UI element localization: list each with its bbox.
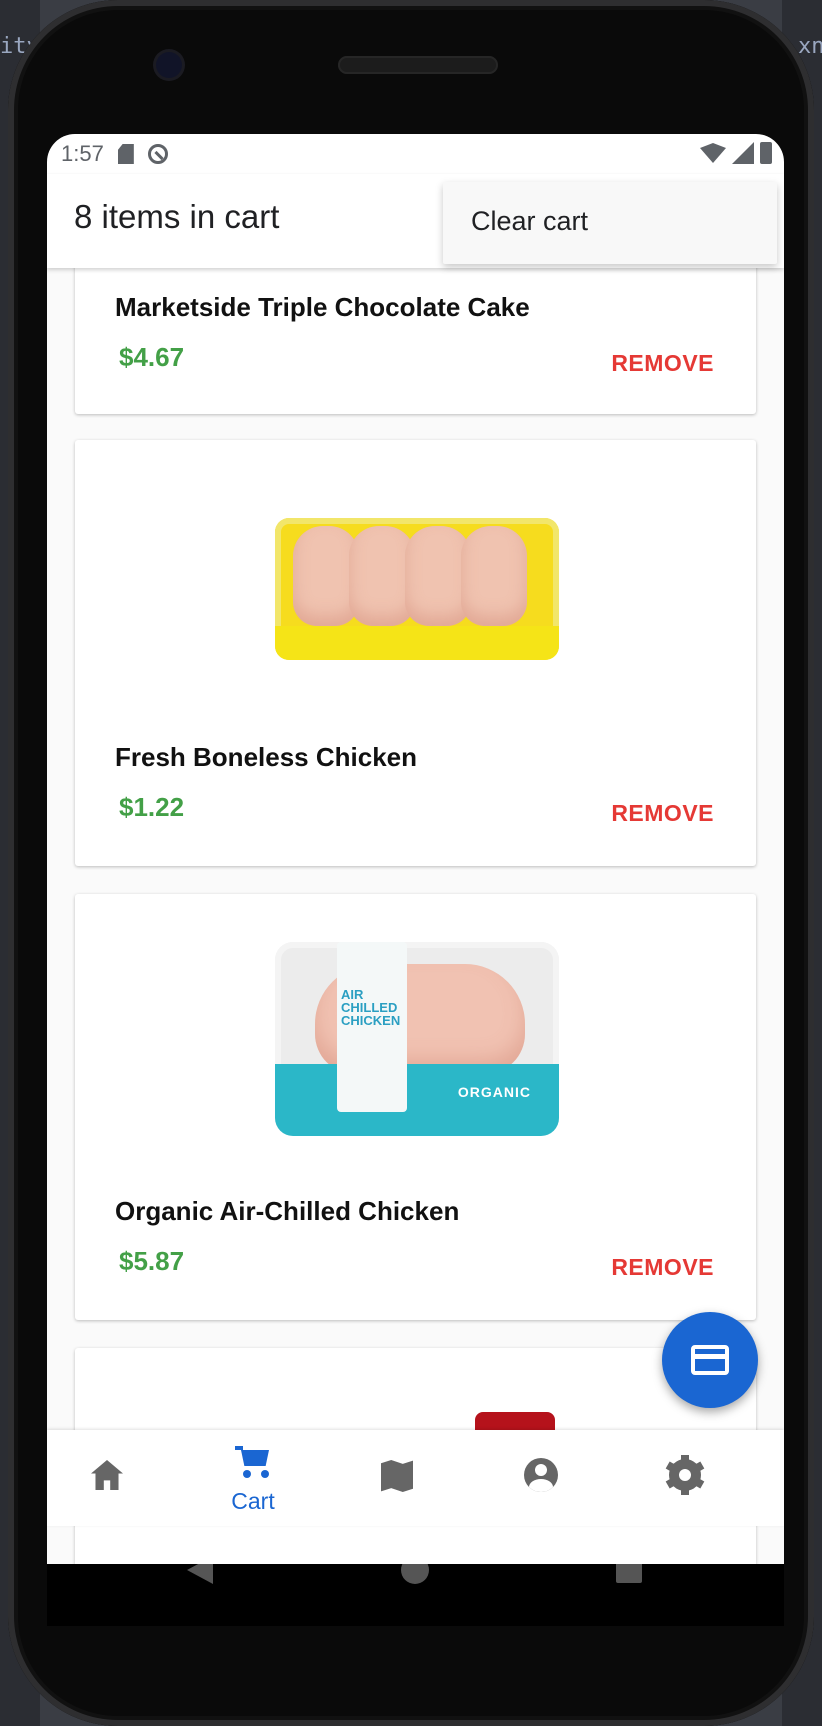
package-label-graphic: AIR CHILLED CHICKEN (341, 987, 401, 1028)
phone-frame: 1:57 8 items in cart Clear cart Marketsi… (8, 0, 814, 1726)
overflow-menu: Clear cart (443, 182, 777, 264)
package-organic-graphic: ORGANIC (457, 1084, 531, 1100)
status-bar: 1:57 (47, 134, 784, 174)
item-name: Marketside Triple Chocolate Cake (115, 292, 530, 322)
nav-item-account[interactable] (481, 1430, 601, 1526)
tray-band (275, 1064, 559, 1136)
cart-item-card: Fresh Boneless Chicken $1.22 REMOVE (75, 440, 756, 866)
nav-label-cart: Cart (231, 1488, 275, 1514)
item-price: $4.67 (119, 342, 185, 372)
product-image (275, 518, 559, 660)
nav-item-cart[interactable]: Cart (193, 1430, 313, 1526)
battery-icon (760, 142, 772, 164)
background-text-right: xn (798, 34, 822, 59)
menu-item-clear-cart[interactable]: Clear cart (471, 206, 588, 237)
data-saver-icon (147, 144, 168, 164)
front-camera (156, 52, 182, 78)
cell-signal-icon (732, 142, 754, 164)
nav-item-settings[interactable] (625, 1430, 745, 1526)
item-name: Organic Air-Chilled Chicken (115, 1196, 460, 1226)
nav-item-home[interactable] (47, 1430, 167, 1526)
bottom-navigation: Cart (47, 1430, 784, 1526)
remove-button[interactable]: REMOVE (611, 800, 714, 827)
sd-card-icon (117, 144, 134, 164)
tray-label (275, 626, 559, 660)
page-title: 8 items in cart (74, 198, 280, 235)
cart-icon (235, 1446, 271, 1478)
earpiece-speaker (338, 56, 498, 74)
item-price: $1.22 (119, 792, 185, 822)
nav-item-map[interactable] (337, 1430, 457, 1526)
item-price: $5.87 (119, 1246, 185, 1276)
map-icon (381, 1460, 413, 1492)
remove-button[interactable]: REMOVE (611, 1254, 714, 1281)
status-right-icons (700, 142, 772, 164)
status-time: 1:57 (61, 141, 104, 166)
cart-item-card: AIR CHILLED CHICKEN ORGANIC Organic Air-Ch… (75, 894, 756, 1320)
cart-item-card: Marketside Triple Chocolate Cake $4.67 R… (75, 268, 756, 414)
remove-button[interactable]: REMOVE (611, 350, 714, 377)
product-image: AIR CHILLED CHICKEN ORGANIC (275, 942, 559, 1136)
account-icon (524, 1458, 558, 1492)
checkout-fab[interactable] (662, 1312, 758, 1408)
credit-card-icon (691, 1345, 729, 1375)
item-name: Fresh Boneless Chicken (115, 742, 417, 772)
chicken-piece (461, 526, 527, 626)
app-screen: 1:57 8 items in cart Clear cart Marketsi… (47, 134, 784, 1585)
settings-icon (665, 1455, 705, 1495)
home-icon (91, 1460, 123, 1490)
wifi-icon (700, 143, 726, 163)
